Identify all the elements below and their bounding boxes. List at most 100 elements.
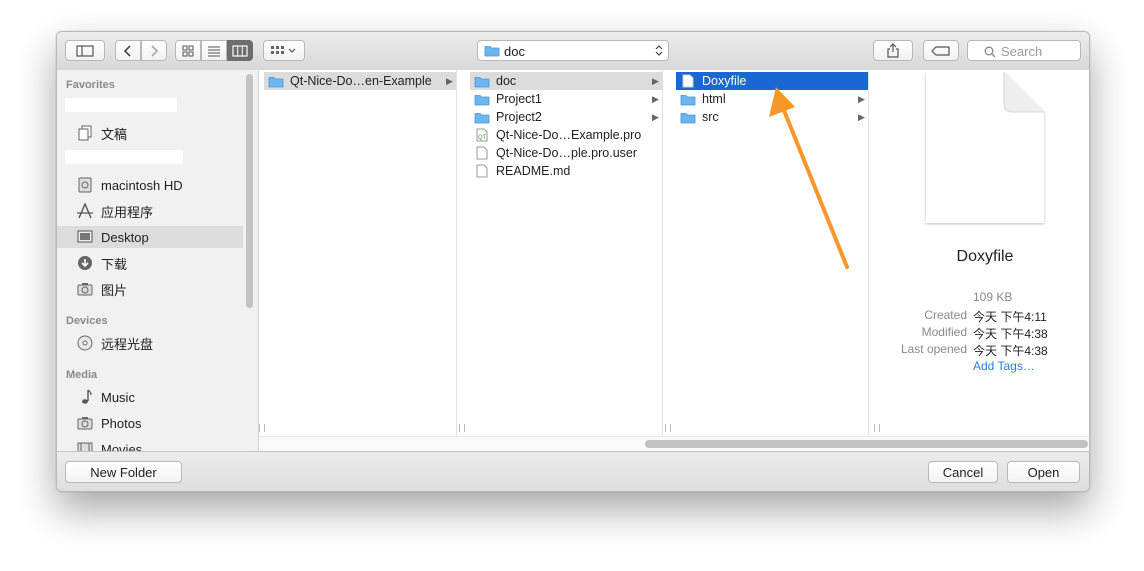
sidebar-item-label: 文稿	[101, 126, 128, 142]
music-icon	[75, 388, 95, 406]
sidebar-item-label: 应用程序	[101, 204, 154, 220]
sidebar-item-label: 远程光盘	[101, 336, 154, 352]
share-icon	[887, 43, 899, 58]
column-view-button[interactable]	[227, 40, 253, 61]
sidebar: Favorites 文稿 macintosh HD 应用程序 Desktop 下…	[57, 70, 259, 451]
qt-project-file-icon: QT	[474, 128, 490, 142]
preview-modified-value: 今天 下午4:38	[973, 327, 1048, 341]
applications-icon	[75, 202, 95, 220]
preview-last-opened-value: 今天 下午4:38	[973, 344, 1048, 358]
popup-arrows-icon	[655, 45, 663, 56]
file-open-dialog: doc Search Favorites 文稿 macintosh HD 应用程	[56, 31, 1090, 492]
browser-column-2: doc ▶ Project1 ▶ Project2 ▶ QT Qt-Nice-D…	[459, 70, 663, 436]
path-popup-label: doc	[504, 44, 525, 59]
open-button[interactable]: Open	[1007, 461, 1080, 483]
search-placeholder: Search	[1001, 44, 1043, 59]
search-field[interactable]: Search	[967, 40, 1081, 61]
arrange-grid-icon	[271, 45, 296, 54]
desktop-icon	[75, 228, 95, 246]
list-item-label: Doxyfile	[702, 74, 747, 88]
preview-created-label: Created	[924, 308, 967, 322]
grid-icon	[182, 45, 194, 56]
list-item[interactable]: Doxyfile	[676, 72, 868, 90]
cancel-button[interactable]: Cancel	[928, 461, 998, 483]
bottom-bar: New Folder Cancel Open	[57, 451, 1089, 491]
chevron-right-icon	[151, 44, 158, 57]
disclosure-arrow-icon: ▶	[446, 75, 453, 86]
list-view-button[interactable]	[201, 40, 227, 61]
sidebar-item-label: Photos	[101, 415, 142, 431]
sidebar-item-applications[interactable]: 应用程序	[57, 200, 243, 222]
back-button[interactable]	[115, 40, 141, 61]
list-item[interactable]: Qt-Nice-Do…ple.pro.user	[470, 144, 662, 162]
film-icon	[75, 440, 95, 451]
columns-icon	[232, 44, 248, 57]
column-resize-handle[interactable]	[259, 424, 265, 432]
list-item[interactable]: Project1 ▶	[470, 90, 662, 108]
forward-button[interactable]	[141, 40, 167, 61]
file-icon	[474, 146, 490, 160]
sidebar-item-photos[interactable]: Photos	[57, 412, 243, 434]
sidebar-item-label: Desktop	[101, 229, 149, 245]
sidebar-scrollbar[interactable]	[246, 74, 253, 308]
pictures-icon	[75, 280, 95, 298]
sidebar-item-movies[interactable]: Movies	[57, 438, 243, 451]
icon-view-button[interactable]	[175, 40, 201, 61]
column-resize-handle[interactable]	[874, 424, 880, 432]
sidebar-icon	[76, 44, 94, 57]
column-resize-handle[interactable]	[665, 424, 671, 432]
disclosure-arrow-icon: ▶	[652, 93, 659, 104]
add-tags-link[interactable]: Add Tags…	[973, 359, 1035, 373]
folder-icon	[680, 110, 696, 124]
tag-button[interactable]	[923, 40, 959, 61]
browser-column-3: Doxyfile html ▶ src ▶	[665, 70, 880, 436]
file-icon	[680, 74, 696, 88]
share-button[interactable]	[873, 40, 913, 61]
optical-disc-icon	[75, 334, 95, 352]
sidebar-item-label: macintosh HD	[101, 177, 183, 193]
list-item[interactable]: Qt-Nice-Do…en-Example ▶	[264, 72, 456, 90]
sidebar-section-devices: Devices	[66, 315, 108, 327]
list-item[interactable]: src ▶	[676, 108, 868, 126]
list-item[interactable]: Project2 ▶	[470, 108, 662, 126]
folder-icon	[474, 92, 490, 106]
sidebar-item-label: 图片	[101, 282, 128, 298]
sidebar-item-label: 下载	[101, 256, 128, 272]
disclosure-arrow-icon: ▶	[652, 75, 659, 86]
list-item[interactable]: doc ▶	[470, 72, 662, 90]
arrange-button[interactable]	[263, 40, 305, 61]
sidebar-item-macintosh-hd[interactable]: macintosh HD	[57, 174, 243, 196]
horizontal-scrollbar[interactable]	[645, 440, 1088, 448]
path-popup[interactable]: doc	[477, 40, 669, 61]
sidebar-toggle-button[interactable]	[65, 40, 105, 61]
documents-icon	[75, 124, 95, 142]
sidebar-item-documents[interactable]: 文稿	[57, 122, 243, 144]
list-item-label: Qt-Nice-Do…Example.pro	[496, 128, 642, 142]
sidebar-item-pictures[interactable]: 图片	[57, 278, 243, 300]
folder-icon	[474, 74, 490, 88]
list-item[interactable]: README.md	[470, 162, 662, 180]
folder-icon	[680, 92, 696, 106]
list-item-label: Qt-Nice-Do…en-Example	[290, 74, 432, 88]
list-item-label: src	[702, 110, 719, 124]
list-item-label: doc	[496, 74, 517, 88]
disclosure-arrow-icon: ▶	[858, 93, 865, 104]
browser-column-1: Qt-Nice-Do…en-Example ▶	[259, 70, 457, 436]
file-preview: Doxyfile 109 KB Created 今天 下午4:11 Modifi…	[881, 70, 1089, 436]
sidebar-item-music[interactable]: Music	[57, 386, 243, 408]
tag-icon	[931, 45, 950, 56]
file-icon	[474, 164, 490, 178]
folder-icon	[484, 46, 500, 57]
list-item[interactable]: QT Qt-Nice-Do…Example.pro	[470, 126, 662, 144]
column-browser: Qt-Nice-Do…en-Example ▶ doc ▶ Project1 ▶…	[259, 70, 1089, 452]
sidebar-item-desktop[interactable]: Desktop	[57, 226, 243, 248]
sidebar-item-downloads[interactable]: 下载	[57, 252, 243, 274]
list-item[interactable]: html ▶	[676, 90, 868, 108]
sidebar-item-remote-disc[interactable]: 远程光盘	[57, 332, 243, 354]
sidebar-section-media: Media	[66, 369, 98, 381]
column-resize-handle[interactable]	[459, 424, 465, 432]
list-item-label: Project1	[496, 92, 542, 106]
preview-file-size: 109 KB	[973, 290, 1013, 304]
chevron-left-icon	[124, 44, 131, 57]
new-folder-button[interactable]: New Folder	[65, 461, 182, 483]
